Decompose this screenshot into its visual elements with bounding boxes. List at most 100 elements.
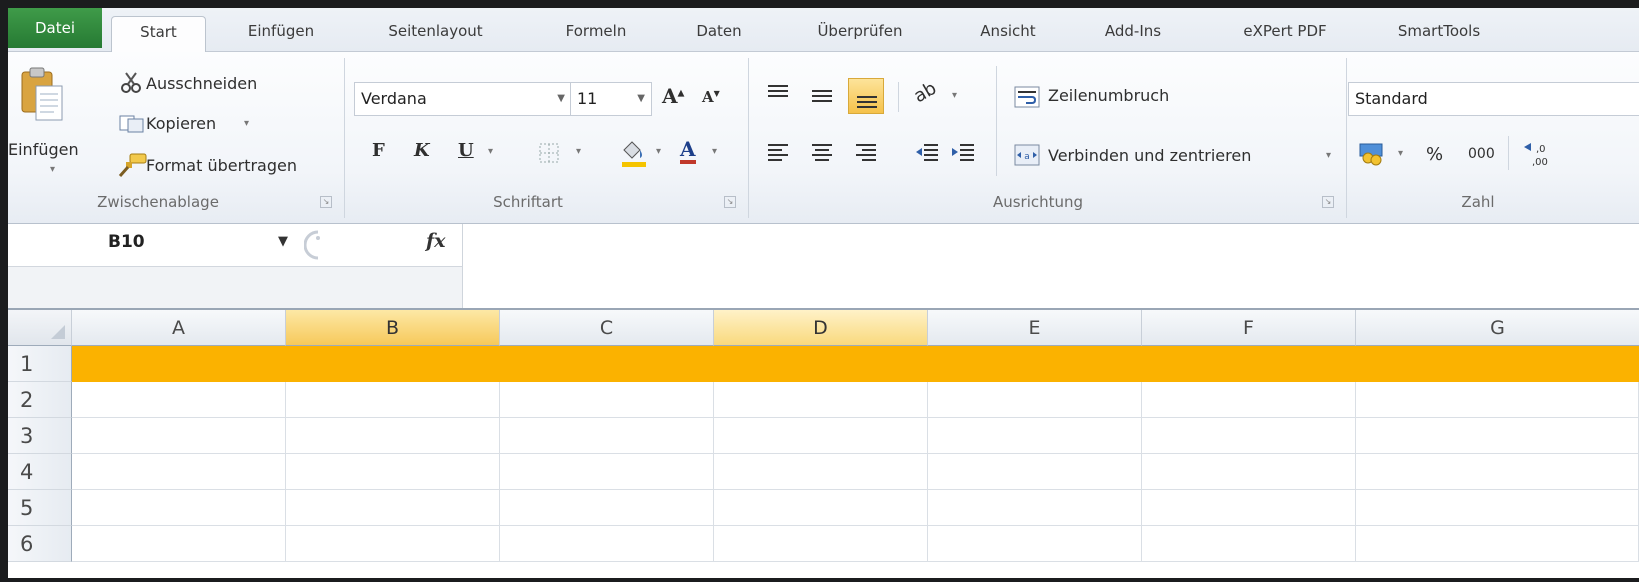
cell-b5[interactable] [286,490,500,526]
name-box-dropdown-icon[interactable]: ▼ [278,234,288,249]
tab-smarttools[interactable]: SmartTools [1374,16,1504,52]
cell-c3[interactable] [500,418,714,454]
font-size-select[interactable]: 11 ▼ [570,82,652,116]
cell-d5[interactable] [714,490,928,526]
borders-dropdown-icon[interactable]: ▾ [576,146,581,157]
font-launcher-icon[interactable]: ↘ [724,196,736,208]
increase-decimal-icon[interactable]: ,0 ,00 [1522,140,1552,168]
cell-g5[interactable] [1356,490,1639,526]
align-bottom-button[interactable] [848,78,884,114]
column-header-f[interactable]: F [1142,310,1356,346]
cell-f3[interactable] [1142,418,1356,454]
cell-f6[interactable] [1142,526,1356,562]
cell-a2[interactable] [72,382,286,418]
tab-start[interactable]: Start [111,16,206,53]
cell-a5[interactable] [72,490,286,526]
cell-g4[interactable] [1356,454,1639,490]
splitter-handle-icon[interactable] [304,230,334,260]
align-left-icon[interactable] [766,142,790,162]
cell-d4[interactable] [714,454,928,490]
cell-b6[interactable] [286,526,500,562]
cell-d6[interactable] [714,526,928,562]
italic-button[interactable]: K [414,140,430,161]
clipboard-launcher-icon[interactable]: ↘ [320,196,332,208]
paste-dropdown-icon[interactable]: ▾ [50,164,55,175]
merge-center-button[interactable]: Verbinden und zentrieren [1048,146,1251,165]
align-right-icon[interactable] [854,142,878,162]
row-1-highlight[interactable] [72,346,1639,382]
copy-dropdown-icon[interactable]: ▾ [244,118,249,129]
cell-e4[interactable] [928,454,1142,490]
grow-font-icon[interactable]: A▲ [662,84,684,108]
tab-page-layout[interactable]: Seitenlayout [368,16,503,52]
cell-c5[interactable] [500,490,714,526]
select-all-corner[interactable] [8,310,72,346]
row-header-4[interactable]: 4 [8,454,72,490]
tab-file[interactable]: Datei [8,8,102,48]
cell-e2[interactable] [928,382,1142,418]
row-header-3[interactable]: 3 [8,418,72,454]
cell-d3[interactable] [714,418,928,454]
cell-g6[interactable] [1356,526,1639,562]
paste-button-label[interactable]: Einfügen [8,140,79,159]
wrap-text-button[interactable]: Zeilenumbruch [1048,86,1169,105]
font-name-select[interactable]: Verdana ▼ [354,82,572,116]
currency-icon[interactable] [1358,140,1388,166]
cell-e5[interactable] [928,490,1142,526]
cell-g2[interactable] [1356,382,1639,418]
insert-function-button[interactable]: fx [426,230,446,252]
percent-button[interactable]: % [1426,144,1443,165]
orientation-dropdown-icon[interactable]: ▾ [952,90,957,101]
decrease-indent-icon[interactable] [914,142,940,162]
column-header-a[interactable]: A [72,310,286,346]
currency-dropdown-icon[interactable]: ▾ [1398,148,1403,159]
bold-button[interactable]: F [372,140,385,161]
thousands-separator-button[interactable]: 000 [1468,146,1495,162]
column-header-b[interactable]: B [286,310,500,346]
font-color-icon[interactable]: A [680,138,696,164]
row-header-6[interactable]: 6 [8,526,72,562]
align-center-icon[interactable] [810,142,834,162]
cell-b2[interactable] [286,382,500,418]
column-header-d[interactable]: D [714,310,928,346]
number-format-select[interactable]: Standard [1348,82,1639,116]
increase-indent-icon[interactable] [950,142,976,162]
cell-f4[interactable] [1142,454,1356,490]
cell-d2[interactable] [714,382,928,418]
font-color-dropdown-icon[interactable]: ▾ [712,146,717,157]
cell-f2[interactable] [1142,382,1356,418]
tab-insert[interactable]: Einfügen [221,16,341,52]
merge-dropdown-icon[interactable]: ▾ [1326,150,1331,161]
column-header-c[interactable]: C [500,310,714,346]
name-box[interactable]: B10 ▼ [8,224,300,266]
cell-e3[interactable] [928,418,1142,454]
cell-a6[interactable] [72,526,286,562]
tab-formulas[interactable]: Formeln [546,16,646,52]
tab-expert-pdf[interactable]: eXPert PDF [1220,16,1350,52]
cell-a3[interactable] [72,418,286,454]
borders-icon[interactable] [538,142,562,164]
cell-f5[interactable] [1142,490,1356,526]
cell-e6[interactable] [928,526,1142,562]
row-header-1[interactable]: 1 [8,346,72,382]
formula-input[interactable] [464,224,1639,308]
cell-c2[interactable] [500,382,714,418]
cell-c6[interactable] [500,526,714,562]
column-header-g[interactable]: G [1356,310,1639,346]
format-painter-button[interactable]: Format übertragen [146,156,297,175]
cut-button[interactable]: Ausschneiden [146,74,257,93]
tab-review[interactable]: Überprüfen [790,16,930,52]
row-header-5[interactable]: 5 [8,490,72,526]
underline-button[interactable]: U [458,140,474,161]
cell-c4[interactable] [500,454,714,490]
align-top-icon[interactable] [766,84,790,102]
cell-g3[interactable] [1356,418,1639,454]
cell-b4[interactable] [286,454,500,490]
text-orientation-icon[interactable]: ab [910,78,940,107]
fill-color-dropdown-icon[interactable]: ▾ [656,146,661,157]
tab-data[interactable]: Daten [684,16,754,52]
shrink-font-icon[interactable]: A▼ [702,88,720,106]
cell-a4[interactable] [72,454,286,490]
tab-add-ins[interactable]: Add-Ins [1088,16,1178,52]
fill-color-icon[interactable] [618,138,650,168]
